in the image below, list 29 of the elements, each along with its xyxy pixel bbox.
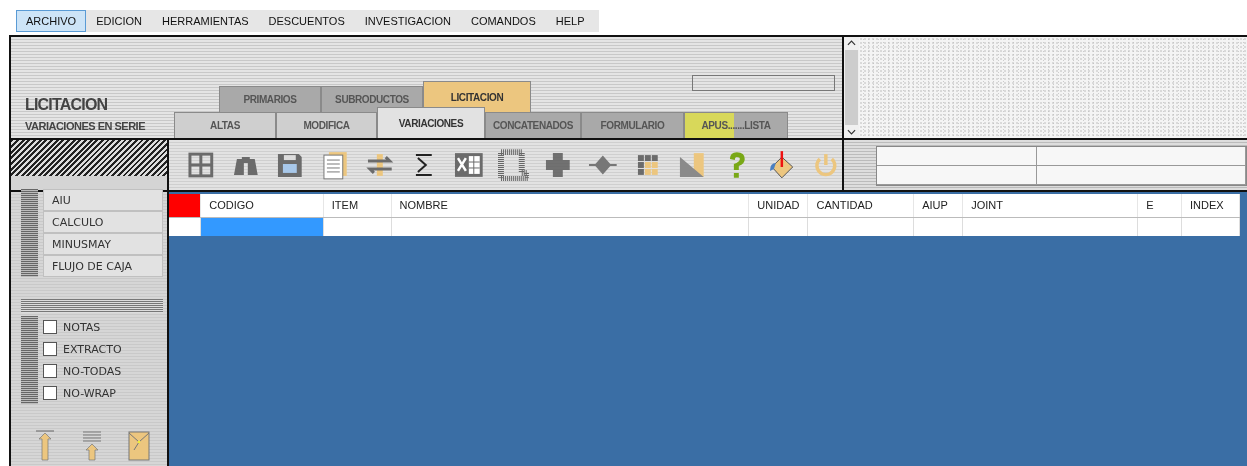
side-button[interactable]: MINUSMAY	[43, 233, 163, 255]
side-button[interactable]: FLUJO DE CAJA	[43, 255, 163, 277]
checkbox-option[interactable]: NO-TODAS	[43, 363, 122, 379]
menu-item[interactable]: HERRAMIENTAS	[151, 10, 259, 32]
checkbox-option[interactable]: EXTRACTO	[43, 341, 122, 357]
tab[interactable]: VARIACIONES	[377, 107, 485, 138]
app-subtitle: VARIACIONES EN SERIE	[25, 120, 147, 132]
column-header[interactable]: NOMBRE	[391, 194, 749, 217]
column-header[interactable]: INDEX	[1181, 194, 1240, 217]
column-header[interactable]: ITEM	[323, 194, 392, 217]
menu-item[interactable]: INVESTIGACION	[354, 10, 461, 32]
menu-item[interactable]: DESCUENTOS	[258, 10, 355, 32]
app-title: LICITACION	[25, 96, 109, 114]
column-header[interactable]: E	[1137, 194, 1182, 217]
column-header[interactable]: CODIGO	[200, 194, 324, 217]
checkbox-option[interactable]: NO-WRAP	[43, 385, 122, 401]
menu-item[interactable]: COMANDOS	[460, 10, 546, 32]
side-button[interactable]: CALCULO	[43, 211, 163, 233]
menu-item[interactable]: ARCHIVO	[16, 10, 87, 32]
side-button[interactable]: AIU	[43, 189, 163, 211]
column-header[interactable]: AIUP	[913, 194, 963, 217]
menu-item[interactable]: HELP	[545, 10, 595, 32]
menu-item[interactable]: EDICION	[86, 10, 152, 32]
checkbox-option[interactable]: NOTAS	[43, 319, 122, 335]
tab[interactable]: ALTAS	[174, 112, 276, 138]
column-header[interactable]: JOINT	[962, 194, 1138, 217]
column-header[interactable]: UNIDAD	[748, 194, 808, 217]
tab[interactable]: MODIFICA	[276, 112, 377, 138]
column-header[interactable]: CANTIDAD	[807, 194, 914, 217]
